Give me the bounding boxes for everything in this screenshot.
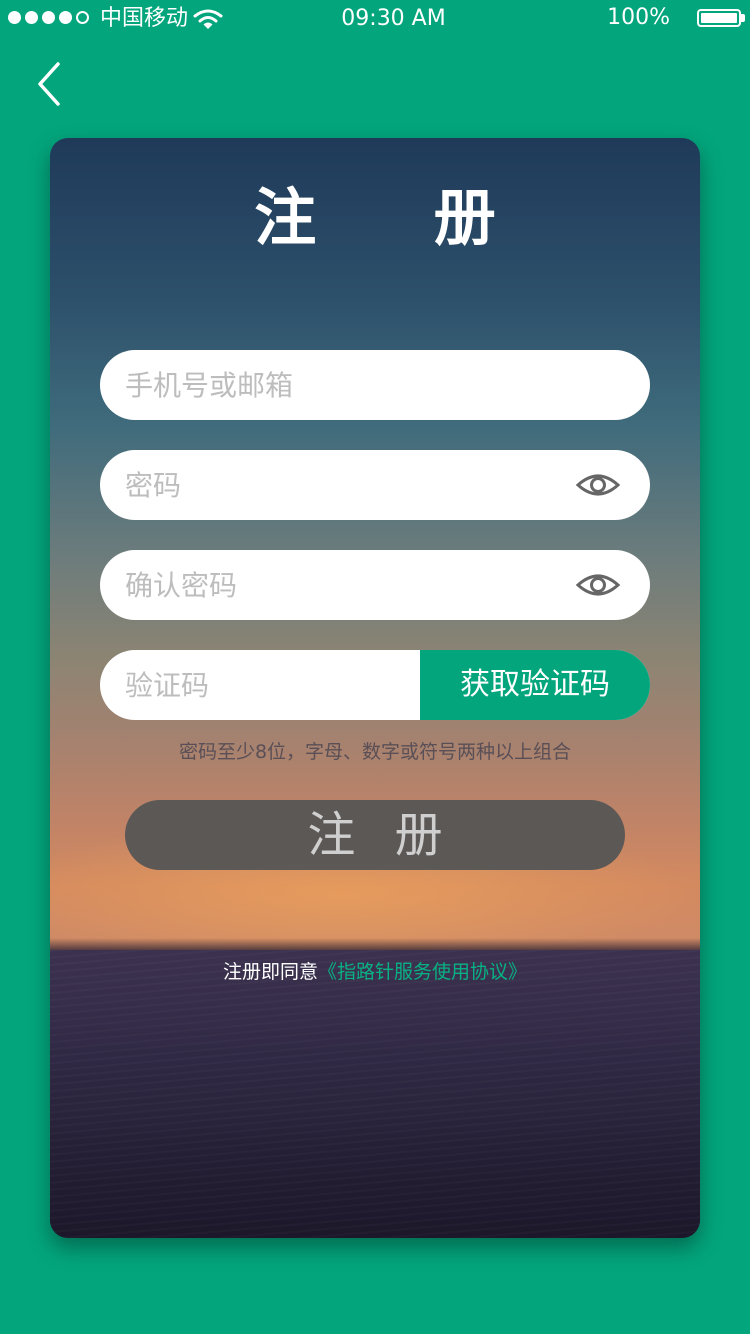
register-card: 注 册 获取验证码 密码至少8位，字母、数字或符号两种以上组合 注 册 注册即同…: [50, 138, 700, 1238]
battery-level: [701, 13, 737, 23]
confirm-password-input[interactable]: [125, 550, 545, 620]
eye-icon[interactable]: [576, 469, 620, 501]
chevron-left-icon: [38, 62, 60, 106]
status-bar: 中国移动 09:30 AM 100%: [0, 0, 750, 40]
eye-icon[interactable]: [576, 569, 620, 601]
get-code-button[interactable]: 获取验证码: [420, 650, 650, 720]
back-button[interactable]: [28, 56, 78, 112]
page-title: 注 册: [254, 181, 544, 254]
battery-icon: [697, 9, 741, 27]
confirm-password-field: [100, 550, 650, 620]
password-input[interactable]: [125, 450, 545, 520]
agreement-prefix: 注册即同意: [222, 961, 318, 983]
password-field: [100, 450, 650, 520]
agreement-link[interactable]: 《指路针服务使用协议》: [318, 961, 527, 983]
register-button[interactable]: 注 册: [125, 800, 625, 870]
battery-percent: 100%: [607, 5, 670, 30]
verification-field: 获取验证码: [100, 650, 650, 720]
account-input[interactable]: [125, 350, 625, 420]
battery-tip: [741, 14, 745, 22]
agreement-text: 注册即同意《指路针服务使用协议》: [50, 958, 700, 986]
verification-code-input[interactable]: [125, 650, 405, 720]
account-field: [100, 350, 650, 420]
password-hint: 密码至少8位，字母、数字或符号两种以上组合: [178, 741, 572, 763]
field-background: [50, 950, 700, 1238]
